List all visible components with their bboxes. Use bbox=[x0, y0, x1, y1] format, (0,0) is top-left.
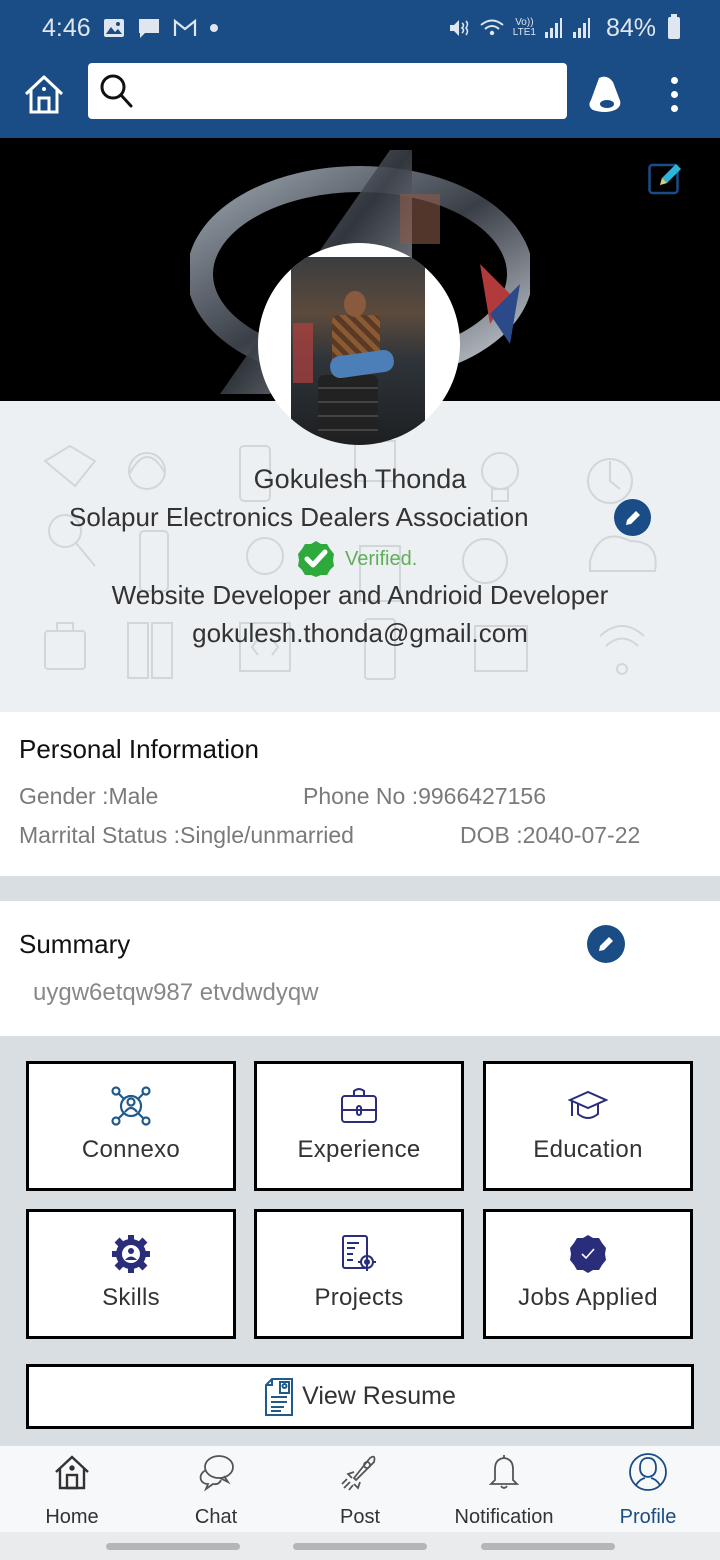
home-gesture-button[interactable] bbox=[293, 1543, 427, 1550]
summary-card: Summary uygw6etqw987 etvdwdyqw bbox=[0, 901, 720, 1036]
photo-detail bbox=[344, 291, 366, 317]
verified-badge-icon bbox=[570, 1235, 606, 1273]
graduation-cap-icon bbox=[568, 1090, 608, 1119]
back-button[interactable] bbox=[481, 1543, 615, 1550]
profile-icon bbox=[629, 1453, 667, 1491]
tile-label: Projects bbox=[314, 1284, 404, 1311]
mute-icon bbox=[449, 20, 469, 36]
verified-label: Verified. bbox=[345, 547, 418, 570]
gender-field: Gender :Male bbox=[19, 783, 159, 809]
pencil-icon bbox=[599, 937, 613, 951]
dot bbox=[670, 90, 678, 98]
tile-projects[interactable]: Projects bbox=[254, 1209, 464, 1339]
marital-status-field: Marrital Status :Single/unmarried bbox=[19, 822, 354, 848]
home-icon[interactable] bbox=[22, 72, 66, 116]
system-navigation-bar bbox=[0, 1532, 720, 1560]
image-icon bbox=[103, 19, 124, 37]
view-resume-label: View Resume bbox=[302, 1382, 456, 1410]
briefcase-icon bbox=[341, 1088, 377, 1123]
personal-information-card: Personal Information Gender :Male Phone … bbox=[0, 712, 720, 876]
battery-percent: 84% bbox=[605, 13, 656, 42]
gmail-icon bbox=[173, 18, 196, 36]
bell-icon[interactable] bbox=[585, 72, 625, 116]
lte-label: LTE1 bbox=[512, 27, 536, 38]
bottom-navigation: Home Chat Post Notification Profile bbox=[0, 1446, 720, 1532]
pencil-icon bbox=[625, 510, 640, 525]
tile-connexo[interactable]: Connexo bbox=[26, 1061, 236, 1191]
nav-label: Post bbox=[339, 1506, 381, 1528]
more-options-button[interactable] bbox=[662, 72, 686, 116]
wifi-icon bbox=[480, 19, 504, 36]
verified-badge: Verified. bbox=[297, 540, 417, 578]
search-icon bbox=[100, 74, 133, 108]
bell-icon bbox=[488, 1455, 520, 1489]
tile-skills[interactable]: Skills bbox=[26, 1209, 236, 1339]
nav-profile[interactable]: Profile bbox=[576, 1446, 720, 1532]
summary-text: uygw6etqw987 etvdwdyqw bbox=[33, 979, 319, 1006]
phone-field: Phone No :9966427156 bbox=[303, 783, 546, 809]
profile-email: gokulesh.thonda@gmail.com bbox=[192, 618, 528, 648]
recents-button[interactable] bbox=[106, 1543, 240, 1550]
tile-label: Jobs Applied bbox=[518, 1284, 658, 1311]
signal-icon bbox=[544, 18, 562, 38]
battery-icon bbox=[668, 14, 680, 39]
nav-home[interactable]: Home bbox=[0, 1446, 144, 1532]
photo-detail bbox=[293, 323, 313, 383]
nav-notification[interactable]: Notification bbox=[432, 1446, 576, 1532]
resume-document-icon bbox=[265, 1377, 294, 1416]
tile-label: Education bbox=[533, 1136, 643, 1163]
volte-lte-icon: Vo)) LTE1 bbox=[513, 18, 536, 38]
nav-label: Chat bbox=[194, 1506, 238, 1528]
search-input[interactable] bbox=[144, 63, 567, 119]
chat-icon bbox=[199, 1455, 234, 1492]
nav-chat[interactable]: Chat bbox=[144, 1446, 288, 1532]
edit-cover-icon[interactable] bbox=[648, 159, 684, 195]
profile-name: Gokulesh Thonda bbox=[253, 464, 467, 494]
rocket-icon bbox=[341, 1455, 376, 1491]
edit-summary-button[interactable] bbox=[587, 925, 625, 963]
profile-avatar[interactable] bbox=[258, 243, 460, 445]
dob-field: DOB :2040-07-22 bbox=[460, 822, 641, 848]
personal-info-title: Personal Information bbox=[19, 734, 259, 764]
tile-label: Connexo bbox=[81, 1136, 181, 1163]
home-icon bbox=[55, 1455, 89, 1490]
profile-role: Website Developer and Andrioid Developer bbox=[111, 580, 609, 610]
dot-icon bbox=[209, 24, 218, 32]
dot bbox=[670, 104, 678, 112]
nav-label: Profile bbox=[619, 1506, 677, 1528]
network-icon bbox=[111, 1086, 151, 1126]
tile-label: Experience bbox=[297, 1136, 421, 1163]
summary-title: Summary bbox=[19, 929, 131, 959]
blueprint-gear-icon bbox=[342, 1235, 376, 1271]
gear-user-icon bbox=[112, 1235, 150, 1273]
tile-jobs-applied[interactable]: Jobs Applied bbox=[483, 1209, 693, 1339]
nav-post[interactable]: Post bbox=[288, 1446, 432, 1532]
signal-icon bbox=[572, 18, 590, 38]
profile-header: Gokulesh Thonda Solapur Electronics Deal… bbox=[0, 401, 720, 712]
view-resume-button[interactable]: View Resume bbox=[26, 1364, 694, 1429]
app-bar bbox=[0, 56, 720, 138]
dot bbox=[670, 76, 678, 84]
tile-experience[interactable]: Experience bbox=[254, 1061, 464, 1191]
status-time: 4:46 bbox=[42, 13, 91, 42]
profile-organization: Solapur Electronics Dealers Association bbox=[69, 502, 529, 532]
photo-detail bbox=[318, 375, 378, 435]
nav-label: Notification bbox=[454, 1506, 554, 1528]
tile-education[interactable]: Education bbox=[483, 1061, 693, 1191]
verified-check-icon bbox=[298, 541, 334, 577]
edit-profile-button[interactable] bbox=[614, 499, 651, 536]
search-bar[interactable] bbox=[88, 63, 567, 119]
tile-label: Skills bbox=[102, 1284, 160, 1311]
nav-label: Home bbox=[45, 1506, 99, 1528]
status-bar: 4:46 Vo)) LTE1 84% bbox=[0, 0, 720, 56]
message-icon bbox=[138, 19, 159, 38]
